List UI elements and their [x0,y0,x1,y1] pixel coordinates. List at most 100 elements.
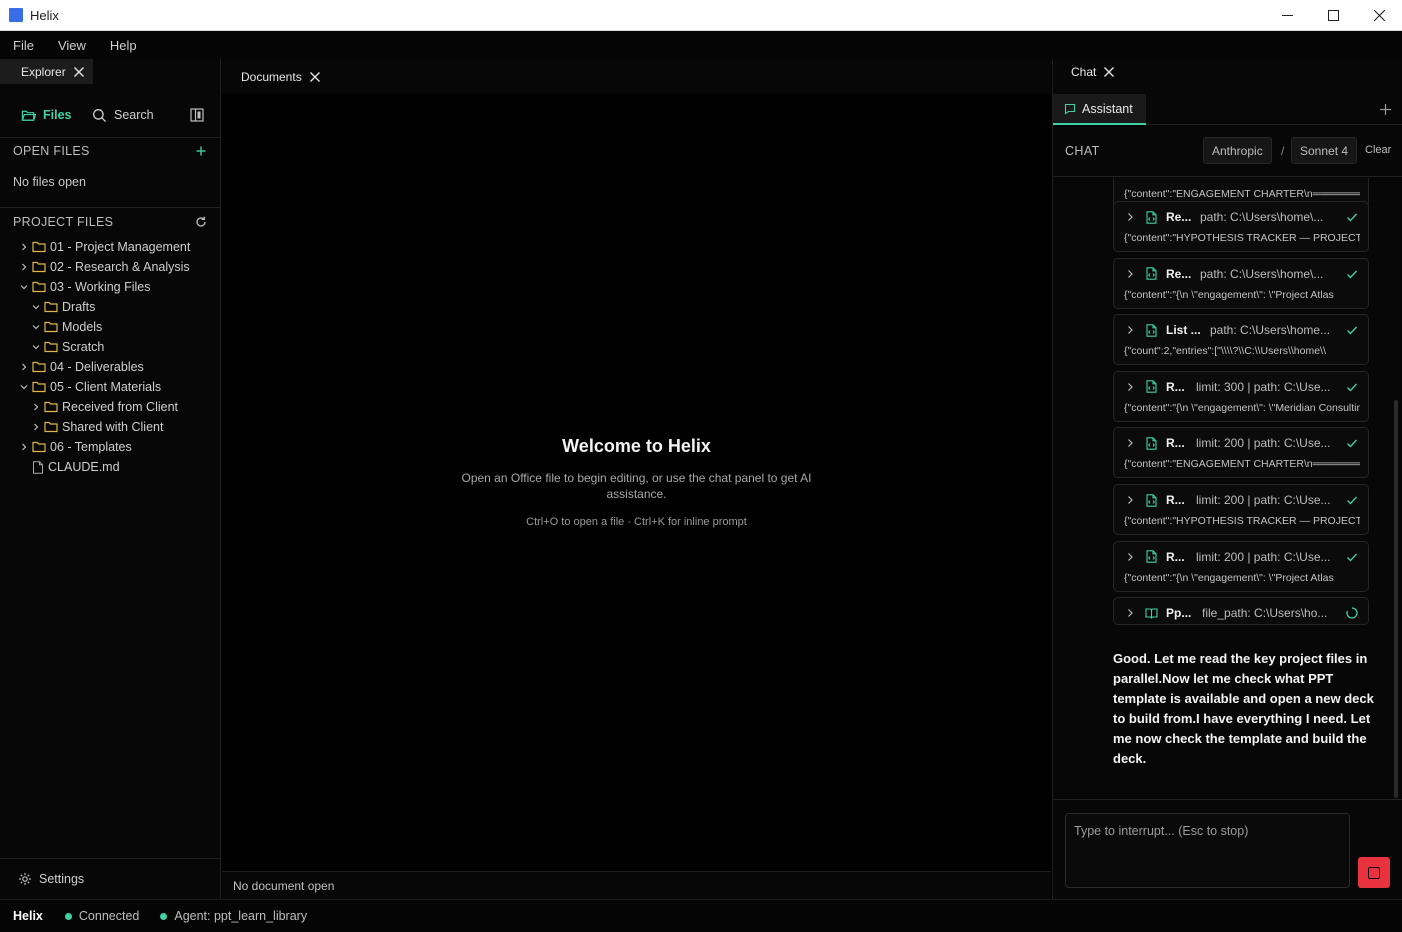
chat-scrollbar[interactable] [1394,400,1398,798]
agent-status: Agent: ppt_learn_library [160,909,307,923]
tool-name: Re... [1166,266,1192,281]
chevron-right-icon[interactable] [19,262,29,272]
chevron-right-icon[interactable] [1126,608,1135,618]
chevron-down-icon[interactable] [31,302,41,312]
chevron-right-icon[interactable] [19,362,29,372]
chevron-down-icon[interactable] [19,382,29,392]
tree-folder[interactable]: 04 - Deliverables [0,357,221,377]
spinner-icon [1346,607,1358,619]
tree-item-label: Drafts [62,300,96,314]
stop-button[interactable] [1358,857,1390,888]
menu-view[interactable]: View [58,38,86,53]
search-view-button[interactable]: Search [92,108,154,123]
chevron-down-icon[interactable] [31,342,41,352]
tool-call-card[interactable]: List ... path: C:\Users\home... {"count":2… [1113,314,1369,366]
maximize-button[interactable] [1310,0,1356,31]
tree-folder[interactable]: 02 - Research & Analysis [0,257,221,277]
folder-icon [44,401,58,413]
clear-chat-button[interactable]: Clear [1365,144,1391,156]
file-code-icon [1146,550,1157,563]
tab-chat[interactable]: Chat [1053,59,1123,84]
toggle-sidebar-icon[interactable] [190,108,204,122]
close-tab-icon[interactable] [1103,66,1115,78]
open-files-heading: OPEN FILES [13,144,90,158]
chevron-right-icon[interactable] [1126,325,1135,335]
assistant-message: Good. Let me read the key project files … [1113,651,1374,766]
tool-call-result: {"content":"{\n \"engagement\": \"Meridi… [1124,401,1360,414]
tree-folder[interactable]: Shared with Client [0,417,221,437]
welcome-subtitle: Open an Office file to begin editing, or… [461,471,812,501]
explorer-toolbar: Files Search [0,102,221,128]
chevron-right-icon[interactable] [19,242,29,252]
chevron-down-icon[interactable] [19,282,29,292]
chevron-right-icon[interactable] [31,422,41,432]
connection-label: Connected [78,909,140,923]
tree-folder[interactable]: 06 - Templates [0,437,221,457]
refresh-icon[interactable] [195,216,207,228]
tool-call-card[interactable]: R... limit: 200 | path: C:\Use... {"conten… [1113,484,1369,535]
chat-messages[interactable]: {"content":"ENGAGEMENT CHARTER\n════════… [1053,178,1402,798]
menu-help[interactable]: Help [110,38,137,53]
chevron-right-icon[interactable] [1126,552,1135,562]
tree-file[interactable]: CLAUDE.md [0,457,221,477]
tool-call-card[interactable]: Re... path: C:\Users\home\... {"content":"… [1113,201,1369,252]
tool-call-header: Pp... file_path: C:\Users\ho... [1114,606,1370,620]
provider-select[interactable]: Anthropic [1203,137,1272,164]
status-bar: Helix Connected Agent: ppt_learn_library [0,899,1402,932]
chevron-right-icon[interactable] [31,402,41,412]
tree-folder[interactable]: Received from Client [0,397,221,417]
chevron-right-icon[interactable] [1126,269,1135,279]
tab-explorer[interactable]: Explorer [0,59,93,84]
tool-call-card[interactable]: R... limit: 300 | path: C:\Use... {"conten… [1113,370,1369,422]
file-code-icon [1146,380,1157,394]
tree-folder[interactable]: Models [0,317,221,337]
close-tab-icon[interactable] [73,66,85,78]
tab-documents-label: Documents [241,69,302,84]
tree-folder[interactable]: Drafts [0,297,221,317]
tool-call-result: {"content":"HYPOTHESIS TRACKER — PROJECT… [1124,515,1360,527]
check-icon [1347,270,1357,279]
tool-call-result: {"content":"ENGAGEMENT CHARTER\n════════… [1124,458,1360,471]
tool-call-card[interactable]: R... limit: 200 | path: C:\Use... {"conten… [1113,427,1370,479]
app-icon [9,8,23,22]
tree-folder[interactable]: 03 - Working Files [0,277,221,297]
close-tab-icon[interactable] [309,71,321,83]
plus-icon[interactable] [1379,103,1392,116]
close-window-button[interactable] [1356,0,1402,31]
chevron-right-icon[interactable] [1126,212,1135,222]
check-icon [1347,496,1357,505]
menu-file[interactable]: File [13,38,34,53]
tree-folder[interactable]: Scratch [0,337,221,357]
file-code-icon [1146,210,1157,224]
chevron-down-icon[interactable] [31,322,41,332]
model-select[interactable]: Sonnet 4 [1291,137,1358,164]
file-icon [33,460,43,474]
status-brand: Helix [13,909,43,923]
minimize-button[interactable] [1264,0,1310,31]
files-view-button[interactable]: Files [21,108,72,123]
tool-name: R... [1166,549,1185,564]
settings-button[interactable]: Settings [18,872,84,886]
chat-input[interactable] [1065,813,1350,888]
tool-args: limit: 200 | path: C:\Use... [1196,436,1331,451]
tab-documents[interactable]: Documents [222,64,329,89]
tool-call-result: {"content":"{\n \"engagement\": \"Projec… [1124,571,1334,584]
window-controls [1264,0,1402,31]
chevron-right-icon[interactable] [19,442,29,452]
folder-icon [44,321,58,333]
tree-item-label: 05 - Client Materials [50,380,162,394]
add-file-icon[interactable] [195,145,207,157]
tree-item-label: 02 - Research & Analysis [50,260,190,274]
chevron-right-icon[interactable] [1126,438,1135,448]
tool-call-header: R... limit: 200 | path: C:\Use... [1114,436,1370,450]
chevron-right-icon[interactable] [1126,382,1135,392]
tool-call-card[interactable]: R... limit: 200 | path: C:\Use... {"conten… [1113,540,1369,592]
tool-call-card[interactable]: Pp... file_path: C:\Users\ho... [1113,597,1370,626]
tree-item-label: 01 - Project Management [50,240,191,254]
tree-folder[interactable]: 05 - Client Materials [0,377,221,397]
tree-folder[interactable]: 01 - Project Management [0,237,221,257]
tool-call-card[interactable]: Re... path: C:\Users\home\... {"content":"… [1113,257,1369,309]
tab-chat-label: Chat [1071,64,1097,79]
tab-assistant[interactable]: Assistant [1053,94,1146,125]
chevron-right-icon[interactable] [1126,495,1135,505]
